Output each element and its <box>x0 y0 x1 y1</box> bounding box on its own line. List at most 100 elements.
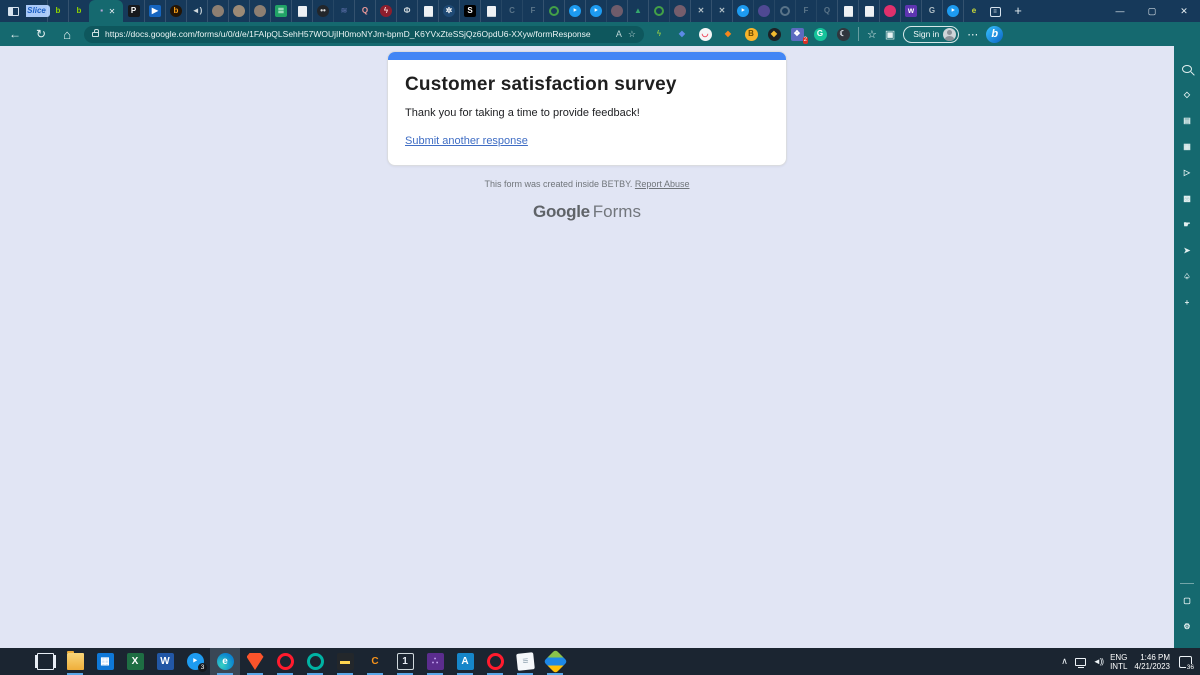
report-abuse-link[interactable]: Report Abuse <box>635 179 690 189</box>
url-text[interactable]: https://docs.google.com/forms/u/0/d/e/1F… <box>105 29 610 39</box>
purple-extension-icon[interactable]: ❖ 2 <box>790 27 804 41</box>
maximize-button[interactable]: ▢ <box>1136 0 1168 22</box>
collections-button[interactable]: ▣ <box>885 28 895 41</box>
yellow-car-app-icon[interactable]: ▬ <box>330 648 360 675</box>
clock[interactable]: 1:46 PM 4/21/2023 <box>1134 653 1170 671</box>
tab-bet365-2[interactable]: b <box>68 0 89 22</box>
tab-muted-circle-2[interactable] <box>228 0 249 22</box>
tab-orange-b[interactable]: b <box>165 0 186 22</box>
sidebar-paper-plane-icon[interactable]: ➤ <box>1182 238 1192 264</box>
pocket-extension-icon[interactable]: ◡ <box>698 27 712 41</box>
word-icon[interactable]: W <box>150 648 180 675</box>
tab-twitter-3[interactable]: ‣ <box>732 0 753 22</box>
metamask-fox-icon[interactable]: ◆ <box>721 27 735 41</box>
start-button[interactable] <box>0 648 30 675</box>
sidebar-add-plus-icon[interactable]: + <box>1182 290 1192 316</box>
sidebar-tools-briefcase-icon[interactable]: ▤ <box>1182 108 1192 134</box>
coin-extension-icon[interactable]: B <box>744 27 758 41</box>
copilot-icon[interactable]: b <box>986 26 1003 43</box>
vertical-tabs-button[interactable] <box>0 0 26 22</box>
notification-center-icon[interactable]: 36 <box>1179 656 1192 668</box>
tab-circle-line[interactable]: Ф <box>396 0 417 22</box>
tab-s-black[interactable]: S <box>459 0 480 22</box>
tab-slice[interactable]: Slice <box>26 0 47 22</box>
bee-extension-icon[interactable]: ◆ <box>767 27 781 41</box>
tab-g-ring[interactable]: G <box>921 0 942 22</box>
refresh-button[interactable]: ↻ <box>32 27 50 41</box>
minimize-button[interactable]: — <box>1104 0 1136 22</box>
sidebar-search-icon[interactable] <box>1182 56 1192 82</box>
tab-instagram[interactable] <box>879 0 900 22</box>
twitter-icon[interactable]: ‣ 3 <box>180 648 210 675</box>
tab-maroon-circle[interactable]: ϟ <box>375 0 396 22</box>
tab-green-ring-2[interactable] <box>648 0 669 22</box>
multilogin-icon[interactable]: ∴ <box>420 648 450 675</box>
opera-red-icon[interactable] <box>480 648 510 675</box>
green-bolt-extension-icon[interactable]: ϟ <box>652 27 666 41</box>
tab-video-player[interactable]: ▶ <box>144 0 165 22</box>
tab-google-forms-active[interactable]: ▪ ✕ <box>89 0 123 22</box>
language-indicator[interactable]: ENG INTL <box>1110 653 1127 671</box>
tab-w-purple[interactable]: w <box>900 0 921 22</box>
tab-p-black[interactable]: P <box>123 0 144 22</box>
sidebar-media-play-icon[interactable]: ▷ <box>1182 160 1192 186</box>
tab-faded-f[interactable]: F <box>795 0 816 22</box>
sidebar-image-icon[interactable]: ▩ <box>1182 186 1192 212</box>
sidebar-shopping-tag-icon[interactable]: ◇ <box>1182 82 1192 108</box>
tray-chevron-icon[interactable]: ∧ <box>1061 656 1068 667</box>
notepad-icon[interactable]: ≡ <box>510 648 540 675</box>
edge-icon[interactable]: e <box>210 648 240 675</box>
excel-icon[interactable]: X <box>120 648 150 675</box>
sidebar-games-spade-icon[interactable]: ♤ <box>1182 264 1192 290</box>
sidebar-hand-card-icon[interactable]: ☛ <box>1182 212 1192 238</box>
tab-muted-circle-3[interactable] <box>249 0 270 22</box>
tab-purple-wave[interactable]: ≋ <box>333 0 354 22</box>
read-aloud-icon[interactable]: A <box>616 29 622 39</box>
tab-green-triangle[interactable]: ▲ <box>627 0 648 22</box>
file-explorer-icon[interactable] <box>60 648 90 675</box>
back-button[interactable]: ← <box>6 27 24 41</box>
tab-q-red[interactable]: Q <box>354 0 375 22</box>
tab-twitter-2[interactable]: ‣ <box>585 0 606 22</box>
shield-extension-icon[interactable]: ◆ <box>675 27 689 41</box>
window-1-app-icon[interactable]: 1 <box>390 648 420 675</box>
tab-document-1[interactable] <box>291 0 312 22</box>
add-favorite-star-icon[interactable]: ☆ <box>628 29 636 40</box>
tab-document-5[interactable] <box>858 0 879 22</box>
brave-icon[interactable] <box>240 648 270 675</box>
tab-close-icon[interactable]: ✕ <box>109 7 116 16</box>
tab-e-yellow[interactable]: e <box>963 0 984 22</box>
teal-ring-app-icon[interactable] <box>300 648 330 675</box>
tab-faded-red-1[interactable] <box>606 0 627 22</box>
opera-icon[interactable] <box>270 648 300 675</box>
ms-store-icon[interactable]: ▦ <box>90 648 120 675</box>
sidebar-settings-gear-icon[interactable]: ⚙ <box>1182 614 1192 640</box>
tab-faded-search[interactable]: Q <box>816 0 837 22</box>
tab-navy-star[interactable]: ✲ <box>438 0 459 22</box>
sidebar-bank-icon[interactable]: ▦ <box>1182 134 1192 160</box>
close-button[interactable]: ✕ <box>1168 0 1200 22</box>
tab-two-dots[interactable]: •• <box>312 0 333 22</box>
sidebar-window-icon[interactable]: ▢ <box>1182 588 1192 614</box>
grammarly-extension-icon[interactable]: G <box>813 27 827 41</box>
anydesk-icon[interactable]: A <box>450 648 480 675</box>
tab-speaker[interactable]: ◄) <box>186 0 207 22</box>
tab-x-logo-1[interactable]: ✕ <box>690 0 711 22</box>
submit-another-response-link[interactable]: Submit another response <box>405 135 528 147</box>
tab-faded-ring[interactable] <box>774 0 795 22</box>
tab-faded-red-2[interactable] <box>669 0 690 22</box>
tab-f-gray[interactable]: F <box>522 0 543 22</box>
tab-list-button[interactable]: ≡ <box>984 5 1006 17</box>
cryptotab-icon[interactable]: C <box>360 648 390 675</box>
tab-x-logo-2[interactable]: ✕ <box>711 0 732 22</box>
tab-bet365[interactable]: b <box>47 0 68 22</box>
address-bar[interactable]: https://docs.google.com/forms/u/0/d/e/1F… <box>84 26 644 43</box>
tab-green-sheet[interactable]: ≣ <box>270 0 291 22</box>
tab-c-gray[interactable]: C <box>501 0 522 22</box>
tab-green-ring[interactable] <box>543 0 564 22</box>
dark-moon-extension-icon[interactable]: ☾ <box>836 27 850 41</box>
favorites-button[interactable]: ☆ <box>867 28 877 41</box>
tab-document-3[interactable] <box>480 0 501 22</box>
tab-purple-dot[interactable] <box>753 0 774 22</box>
volume-icon[interactable]: ◄)) <box>1093 657 1103 666</box>
